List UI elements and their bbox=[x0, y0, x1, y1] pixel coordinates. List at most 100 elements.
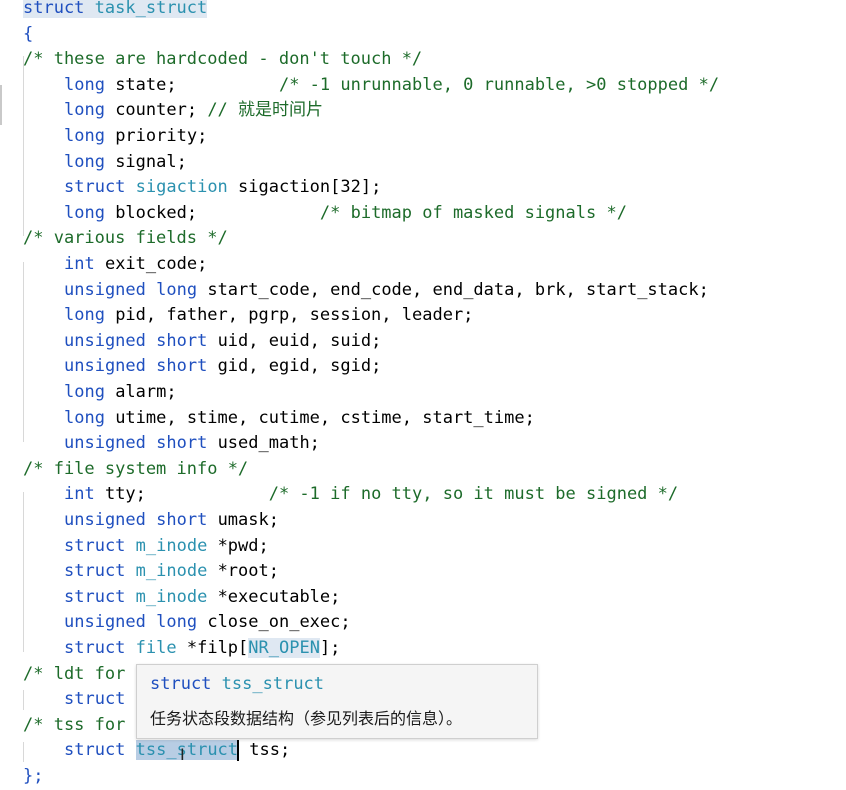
code-line[interactable]: long pid, father, pgrp, session, leader; bbox=[64, 303, 473, 329]
code-token: start_code, end_code, end_data, brk, sta… bbox=[197, 279, 709, 300]
code-token: struct bbox=[23, 0, 85, 18]
code-token: long bbox=[64, 74, 105, 95]
code-token: *filp[ bbox=[176, 638, 249, 658]
code-token: unsigned bbox=[64, 356, 146, 377]
code-line[interactable]: unsigned short used_math; bbox=[64, 431, 320, 457]
code-token: long bbox=[64, 382, 105, 402]
code-token: tss; bbox=[239, 740, 291, 761]
code-token: long bbox=[64, 100, 105, 121]
code-token: struct bbox=[64, 638, 126, 658]
code-token: /* tss for bbox=[23, 714, 126, 735]
code-token: /* file system info */ bbox=[23, 458, 249, 479]
code-token: int bbox=[64, 484, 95, 505]
code-token: *root; bbox=[207, 561, 279, 582]
code-token: state; bbox=[104, 74, 279, 95]
code-token: alarm; bbox=[104, 382, 177, 402]
code-token: uid, euid, suid; bbox=[207, 330, 382, 351]
code-line[interactable]: /* file system info */ bbox=[23, 457, 248, 483]
code-token: NR_OPEN bbox=[248, 638, 320, 658]
code-token: sigaction[32]; bbox=[227, 177, 382, 198]
code-token: { bbox=[23, 23, 34, 44]
code-token: counter; bbox=[104, 100, 208, 121]
code-token: unsigned bbox=[64, 510, 146, 530]
indent-guide bbox=[23, 742, 24, 762]
code-line[interactable]: struct m_inode *pwd; bbox=[64, 534, 269, 560]
code-token: /* -1 if no tty, so it must be signed */ bbox=[268, 484, 679, 505]
code-line[interactable]: struct m_inode *root; bbox=[64, 559, 279, 585]
code-token: priority; bbox=[104, 126, 208, 146]
code-token: sigaction bbox=[135, 177, 228, 198]
code-line[interactable]: { bbox=[23, 22, 33, 48]
code-line[interactable]: long blocked; /* bitmap of masked signal… bbox=[64, 201, 627, 227]
tooltip-type-name: tss_struct bbox=[221, 674, 325, 694]
code-line[interactable]: unsigned long start_code, end_code, end_… bbox=[64, 278, 709, 304]
code-line[interactable]: long priority; bbox=[64, 124, 207, 150]
code-line[interactable]: unsigned short umask; bbox=[64, 508, 279, 534]
code-token: long bbox=[156, 612, 198, 633]
code-line[interactable]: long signal; bbox=[64, 150, 187, 176]
code-token: long bbox=[64, 202, 105, 223]
code-token: m_inode bbox=[135, 586, 208, 607]
code-token: gid, egid, sgid; bbox=[207, 356, 382, 377]
tooltip-description: 任务状态段数据结构（参见列表后的信息）。 bbox=[150, 709, 463, 728]
code-line[interactable]: long utime, stime, cutime, cstime, start… bbox=[64, 406, 535, 432]
code-token: long bbox=[64, 151, 105, 172]
code-line[interactable]: struct sigaction sigaction[32]; bbox=[64, 175, 381, 201]
code-token: }; bbox=[23, 766, 44, 786]
code-token: file bbox=[135, 638, 177, 658]
code-line[interactable]: /* various fields */ bbox=[23, 226, 228, 252]
code-token: struct bbox=[64, 586, 126, 607]
code-token: tty; bbox=[94, 484, 269, 505]
code-token: /* -1 unrunnable, 0 runnable, >0 stopped… bbox=[278, 74, 720, 95]
code-token: struct bbox=[64, 177, 126, 198]
code-token: m_inode bbox=[135, 535, 208, 556]
code-token: /* bitmap of masked signals */ bbox=[319, 202, 627, 223]
code-line[interactable]: struct m_inode *executable; bbox=[64, 585, 340, 611]
code-token: /* ldt for bbox=[23, 663, 126, 684]
code-token: ]; bbox=[319, 638, 341, 658]
code-token: long bbox=[64, 407, 105, 428]
code-token: m_inode bbox=[135, 561, 208, 582]
code-line[interactable]: unsigned short uid, euid, suid; bbox=[64, 329, 381, 355]
code-line[interactable]: unsigned short gid, egid, sgid; bbox=[64, 354, 381, 380]
code-token: close_on_exec; bbox=[197, 612, 351, 633]
code-token: long bbox=[64, 126, 105, 146]
code-token: task_struct bbox=[94, 0, 208, 18]
code-line[interactable]: int exit_code; bbox=[64, 252, 207, 278]
tooltip-keyword: struct bbox=[150, 674, 212, 694]
code-token: exit_code; bbox=[94, 254, 208, 274]
code-token: struct bbox=[64, 740, 126, 761]
code-line[interactable]: struct tss_struct tss; bbox=[64, 738, 290, 764]
indent-guide bbox=[23, 262, 24, 442]
code-token: *executable; bbox=[207, 586, 341, 607]
code-line[interactable]: long alarm; bbox=[64, 380, 177, 406]
code-line[interactable]: struct task_struct bbox=[23, 0, 208, 22]
ibeam-cursor-icon: I bbox=[180, 745, 185, 764]
code-line[interactable]: /* ldt for bbox=[23, 662, 125, 688]
code-line[interactable]: }; bbox=[23, 764, 43, 790]
code-line[interactable]: long state; /* -1 unrunnable, 0 runnable… bbox=[64, 73, 719, 99]
code-line[interactable]: struct bbox=[64, 687, 125, 713]
code-line[interactable]: unsigned long close_on_exec; bbox=[64, 610, 351, 636]
code-token: long bbox=[156, 279, 198, 300]
code-line[interactable]: /* tss for bbox=[23, 713, 125, 739]
code-token: used_math; bbox=[207, 433, 320, 454]
code-line[interactable]: struct file *filp[NR_OPEN]; bbox=[64, 636, 340, 662]
code-token: /* these are hardcoded - don't touch */ bbox=[23, 49, 423, 70]
code-line[interactable]: long counter; // 就是时间片 bbox=[64, 98, 323, 124]
code-line[interactable]: int tty; /* -1 if no tty, so it must be … bbox=[64, 482, 678, 508]
code-token: int bbox=[64, 254, 95, 274]
code-token: struct bbox=[64, 535, 126, 556]
code-token: unsigned bbox=[64, 330, 146, 351]
code-token: short bbox=[156, 433, 208, 454]
code-line[interactable]: /* these are hardcoded - don't touch */ bbox=[23, 47, 422, 73]
